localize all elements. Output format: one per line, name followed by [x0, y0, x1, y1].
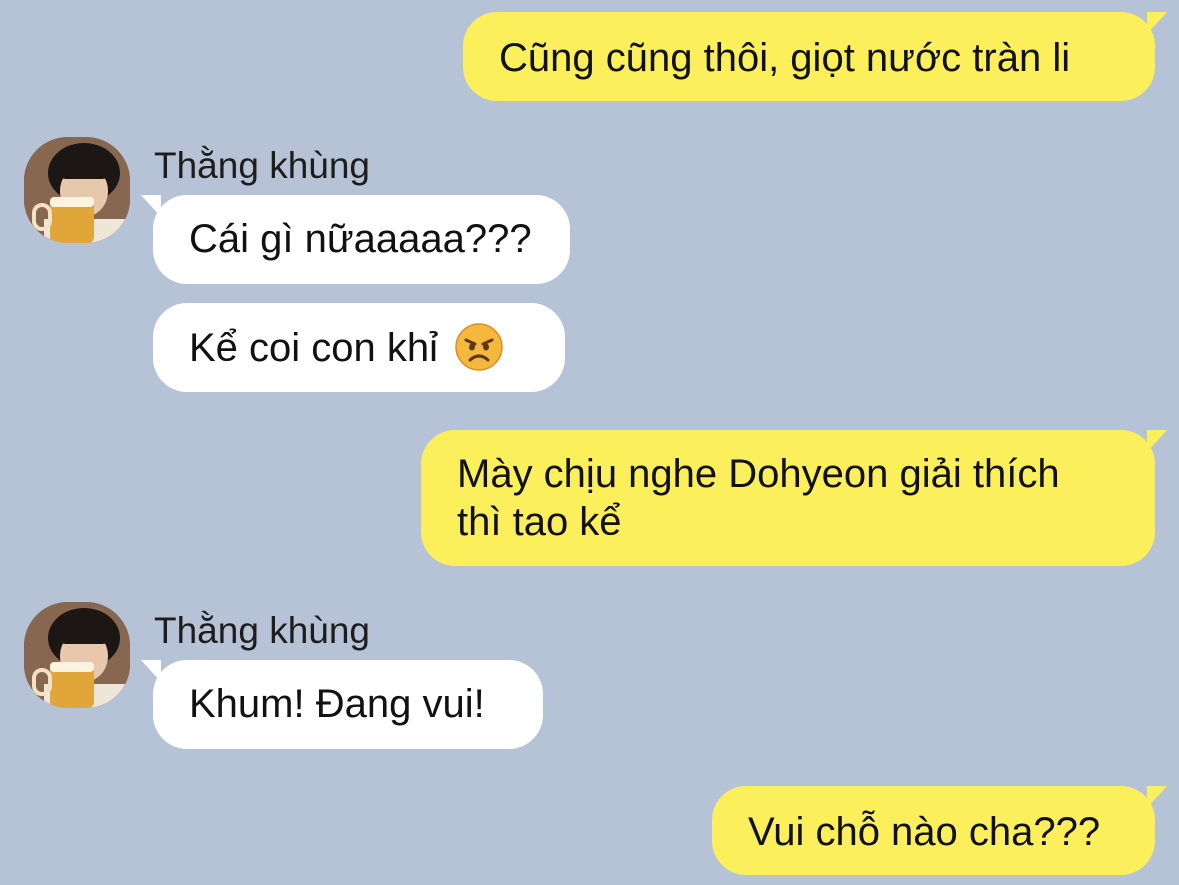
outgoing-message[interactable]: Mày chịu nghe Dohyeon giải thích thì tao… — [421, 430, 1167, 566]
message-text: Vui chỗ nào cha??? — [748, 810, 1101, 854]
message-text: Cũng cũng thôi, giọt nước tràn li — [499, 36, 1071, 80]
sender-name: Thằng khùng — [154, 610, 371, 651]
message-text: Cái gì nữaaaaa??? — [189, 217, 532, 261]
avatar[interactable] — [24, 602, 130, 708]
sender-name: Thằng khùng — [154, 145, 371, 186]
outgoing-message[interactable]: Vui chỗ nào cha??? — [712, 786, 1167, 875]
incoming-message[interactable]: Cái gì nữaaaaa??? — [141, 195, 570, 284]
outgoing-message[interactable]: Cũng cũng thôi, giọt nước tràn li — [463, 12, 1167, 101]
bubble-tail — [141, 195, 161, 217]
avatar-photo — [24, 137, 130, 243]
bubble-tail — [141, 660, 161, 682]
message-text-line: Mày chịu nghe Dohyeon giải thích — [457, 452, 1060, 496]
message-text: Khum! Đang vui! — [189, 682, 485, 726]
bubble-tail — [1147, 430, 1167, 452]
message-text: Kể coi con khỉ — [189, 326, 439, 370]
angry-face-icon — [455, 323, 503, 371]
message-text-line: thì tao kể — [457, 500, 622, 544]
incoming-message[interactable]: Khum! Đang vui! — [141, 660, 543, 749]
bubble-tail — [1147, 12, 1167, 34]
avatar[interactable] — [24, 137, 130, 243]
avatar-photo — [24, 602, 130, 708]
incoming-message[interactable]: Kể coi con khỉ — [153, 303, 565, 392]
chat-thread[interactable]: Cũng cũng thôi, giọt nước tràn li Thằng … — [0, 0, 1179, 885]
bubble-tail — [1147, 786, 1167, 808]
